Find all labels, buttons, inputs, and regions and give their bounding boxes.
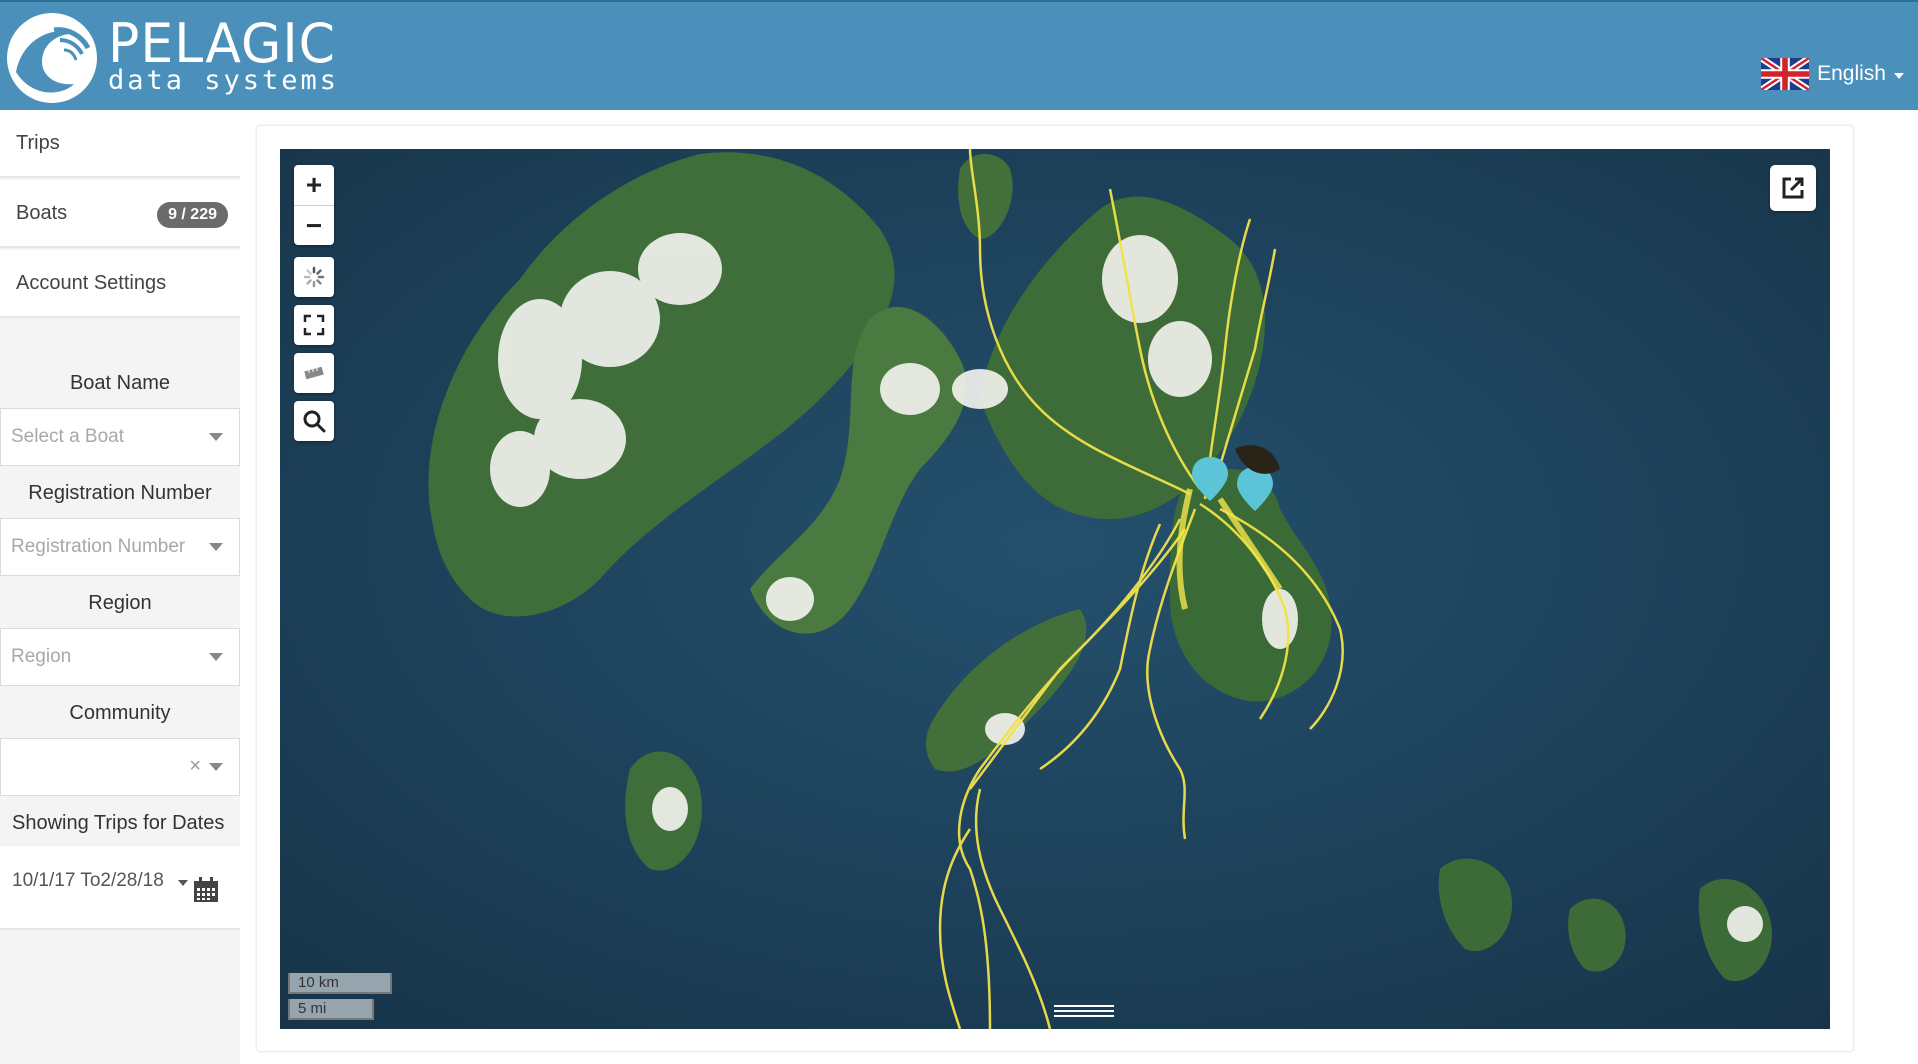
- registration-number-select[interactable]: Registration Number: [0, 518, 240, 576]
- wave-logo[interactable]: [2, 10, 104, 105]
- search-icon[interactable]: [294, 401, 334, 441]
- external-link-icon[interactable]: [1770, 165, 1816, 211]
- calendar-icon[interactable]: [192, 876, 220, 904]
- zoom-in-button[interactable]: +: [294, 165, 334, 205]
- chevron-down-icon: [209, 763, 223, 771]
- sidebar-item-boats[interactable]: Boats 9 / 229: [0, 180, 240, 248]
- sidebar-item-label: Boats: [16, 201, 68, 224]
- region-select[interactable]: Region: [0, 628, 240, 686]
- language-selector[interactable]: English: [1761, 58, 1904, 90]
- chevron-down-icon: [1894, 72, 1904, 79]
- chevron-down-icon: [178, 880, 188, 886]
- resize-handle[interactable]: [1054, 1005, 1114, 1019]
- community-select[interactable]: ×: [0, 738, 240, 796]
- boat-name-placeholder: Select a Boat: [11, 426, 125, 447]
- ruler-icon[interactable]: [294, 353, 334, 393]
- scale-bar-km: 10 km: [288, 973, 392, 994]
- boats-count-badge: 9 / 229: [157, 202, 228, 228]
- boat-name-label: Boat Name: [69, 372, 171, 394]
- chevron-down-icon: [209, 543, 223, 551]
- scale-bar-mi: 5 mi: [288, 999, 374, 1020]
- sidebar-item-label: Trips: [16, 131, 60, 154]
- sidebar-item-trips[interactable]: Trips: [0, 110, 240, 178]
- chevron-down-icon: [209, 653, 223, 661]
- clear-icon[interactable]: ×: [189, 755, 201, 778]
- registration-number-placeholder: Registration Number: [11, 536, 186, 557]
- region-placeholder: Region: [11, 646, 72, 667]
- loading-icon[interactable]: [294, 257, 334, 297]
- date-range-value: 10/1/17 To2/28/18: [12, 870, 164, 891]
- boat-name-select[interactable]: Select a Boat: [0, 408, 240, 466]
- language-label: English: [1817, 62, 1886, 85]
- zoom-controls: + −: [294, 165, 334, 245]
- dates-label: Showing Trips for Dates: [12, 812, 225, 834]
- app-header: PELAGIC data systems English: [0, 0, 1918, 110]
- sidebar-item-label: Account Settings: [16, 271, 167, 294]
- sidebar: Trips Boats 9 / 229 Account Settings Boa…: [0, 110, 240, 1064]
- region-label: Region: [88, 592, 152, 614]
- zoom-out-button[interactable]: −: [294, 205, 334, 245]
- date-range-picker[interactable]: 10/1/17 To2/28/18: [0, 846, 240, 930]
- brand-subtitle: data systems: [108, 65, 340, 96]
- sidebar-item-account-settings[interactable]: Account Settings: [0, 250, 240, 318]
- community-label: Community: [69, 702, 171, 724]
- uk-flag-icon: [1761, 58, 1810, 90]
- registration-number-label: Registration Number: [28, 482, 212, 504]
- map-terrain: [280, 149, 1830, 1029]
- fullscreen-icon[interactable]: [294, 305, 334, 345]
- satellite-map[interactable]: + − 10 km 5 mi: [280, 149, 1830, 1029]
- chevron-down-icon: [209, 433, 223, 441]
